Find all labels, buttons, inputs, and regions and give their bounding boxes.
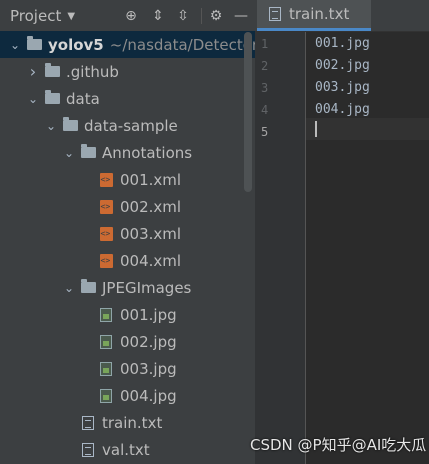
tree-item-label: data bbox=[66, 89, 100, 108]
editor-area: train.txt 1 2 3 4 5 001.jpg 002.jpg 003.jpg 004.… bbox=[255, 0, 429, 464]
tree-item-label: Annotations bbox=[102, 143, 193, 162]
tree-item-004-jpg[interactable]: 004.jpg bbox=[0, 382, 255, 409]
text-file-icon bbox=[80, 415, 96, 430]
watermark: CSDN @P知乎@AI吃大瓜 bbox=[250, 436, 427, 454]
project-panel: Project ▼ ⊕ ⇕ ⇳ ⚙ — ⌄ yolov5 ~/nasdata/Det… bbox=[0, 0, 255, 464]
chevron-down-icon[interactable]: ⌄ bbox=[8, 38, 22, 52]
image-file-icon bbox=[98, 388, 114, 403]
folder-icon bbox=[44, 90, 60, 106]
editor-tabbar: train.txt bbox=[255, 0, 429, 32]
tree-item-001-jpg[interactable]: 001.jpg bbox=[0, 301, 255, 328]
tree-item-label: train.txt bbox=[102, 413, 163, 432]
line-number: 5 bbox=[261, 125, 269, 139]
line-number: 3 bbox=[261, 81, 269, 95]
tree-item-train-txt[interactable]: train.txt bbox=[0, 409, 255, 436]
tree-item-003-xml[interactable]: 003.xml bbox=[0, 220, 255, 247]
tree-item-001-xml[interactable]: 001.xml bbox=[0, 166, 255, 193]
tree-item-jpegimages[interactable]: ⌄ JPEGImages bbox=[0, 274, 255, 301]
chevron-right-icon[interactable]: › bbox=[26, 62, 40, 81]
tree-item-label: JPEGImages bbox=[102, 278, 192, 297]
tree-item-label: 001.jpg bbox=[120, 305, 177, 324]
folder-icon bbox=[26, 36, 42, 52]
gutter-divider bbox=[305, 32, 306, 464]
xml-file-icon bbox=[98, 226, 114, 241]
project-toolbar: Project ▼ ⊕ ⇕ ⇳ ⚙ — bbox=[0, 0, 255, 32]
tree-item-label: 004.xml bbox=[120, 251, 182, 270]
tree-item-label: .github bbox=[66, 62, 119, 81]
tree-item-annotations[interactable]: ⌄ Annotations bbox=[0, 139, 255, 166]
project-scrollbar[interactable] bbox=[244, 32, 252, 192]
code-line[interactable]: 003.jpg bbox=[315, 80, 370, 95]
line-number: 1 bbox=[261, 37, 269, 51]
chevron-down-icon[interactable]: ⌄ bbox=[44, 119, 58, 133]
settings-icon[interactable]: ⚙ bbox=[208, 8, 224, 24]
folder-icon bbox=[80, 144, 96, 160]
code-line[interactable]: 002.jpg bbox=[315, 58, 370, 73]
line-gutter bbox=[255, 32, 305, 464]
chevron-down-icon: ▼ bbox=[67, 10, 76, 22]
xml-file-icon bbox=[98, 253, 114, 268]
line-number: 4 bbox=[261, 103, 269, 117]
tree-item-002-xml[interactable]: 002.xml bbox=[0, 193, 255, 220]
collapse-all-icon[interactable]: ⇳ bbox=[175, 8, 191, 24]
tree-item-label: val.txt bbox=[102, 440, 150, 459]
tree-item-label: 001.xml bbox=[120, 170, 182, 189]
current-line-highlight bbox=[306, 118, 429, 140]
text-caret bbox=[315, 121, 317, 137]
folder-icon bbox=[62, 117, 78, 133]
xml-file-icon bbox=[98, 172, 114, 187]
tree-item-label: 002.xml bbox=[120, 197, 182, 216]
folder-icon bbox=[80, 279, 96, 295]
tree-item-004-xml[interactable]: 004.xml bbox=[0, 247, 255, 274]
tab-train-txt[interactable]: train.txt bbox=[257, 0, 371, 31]
code-line[interactable]: 001.jpg bbox=[315, 36, 370, 51]
tree-item-label: data-sample bbox=[84, 116, 178, 135]
tree-item-002-jpg[interactable]: 002.jpg bbox=[0, 328, 255, 355]
tree-item-github[interactable]: › .github bbox=[0, 58, 255, 85]
project-title: Project bbox=[10, 7, 62, 25]
text-file-icon bbox=[80, 442, 96, 457]
image-file-icon bbox=[98, 361, 114, 376]
chevron-down-icon[interactable]: ⌄ bbox=[62, 146, 76, 160]
chevron-down-icon[interactable]: ⌄ bbox=[26, 92, 40, 106]
locate-icon[interactable]: ⊕ bbox=[123, 8, 139, 24]
text-file-icon bbox=[269, 7, 281, 21]
project-view-selector[interactable]: Project ▼ bbox=[10, 7, 75, 25]
tree-item-label: 002.jpg bbox=[120, 332, 177, 351]
code-line[interactable]: 004.jpg bbox=[315, 102, 370, 117]
tree-item-data[interactable]: ⌄ data bbox=[0, 85, 255, 112]
xml-file-icon bbox=[98, 199, 114, 214]
tree-item-yolov5[interactable]: ⌄ yolov5 ~/nasdata/Detector/YO bbox=[0, 31, 255, 58]
toolbar-divider bbox=[201, 8, 202, 24]
tree-item-label: 003.jpg bbox=[120, 359, 177, 378]
tree-item-label: 004.jpg bbox=[120, 386, 177, 405]
tree-item-label: yolov5 bbox=[48, 35, 104, 54]
line-number: 2 bbox=[261, 59, 269, 73]
tree-item-val-txt[interactable]: val.txt bbox=[0, 436, 255, 463]
folder-icon bbox=[44, 63, 60, 79]
tree-item-003-jpg[interactable]: 003.jpg bbox=[0, 355, 255, 382]
tree-item-label: 003.xml bbox=[120, 224, 182, 243]
image-file-icon bbox=[98, 307, 114, 322]
expand-all-icon[interactable]: ⇕ bbox=[150, 8, 166, 24]
chevron-down-icon[interactable]: ⌄ bbox=[62, 281, 76, 295]
project-path: ~/nasdata/Detector/YO bbox=[109, 35, 255, 54]
image-file-icon bbox=[98, 334, 114, 349]
hide-icon[interactable]: — bbox=[233, 8, 249, 24]
tab-label: train.txt bbox=[289, 5, 350, 23]
tree-item-data-sample[interactable]: ⌄ data-sample bbox=[0, 112, 255, 139]
